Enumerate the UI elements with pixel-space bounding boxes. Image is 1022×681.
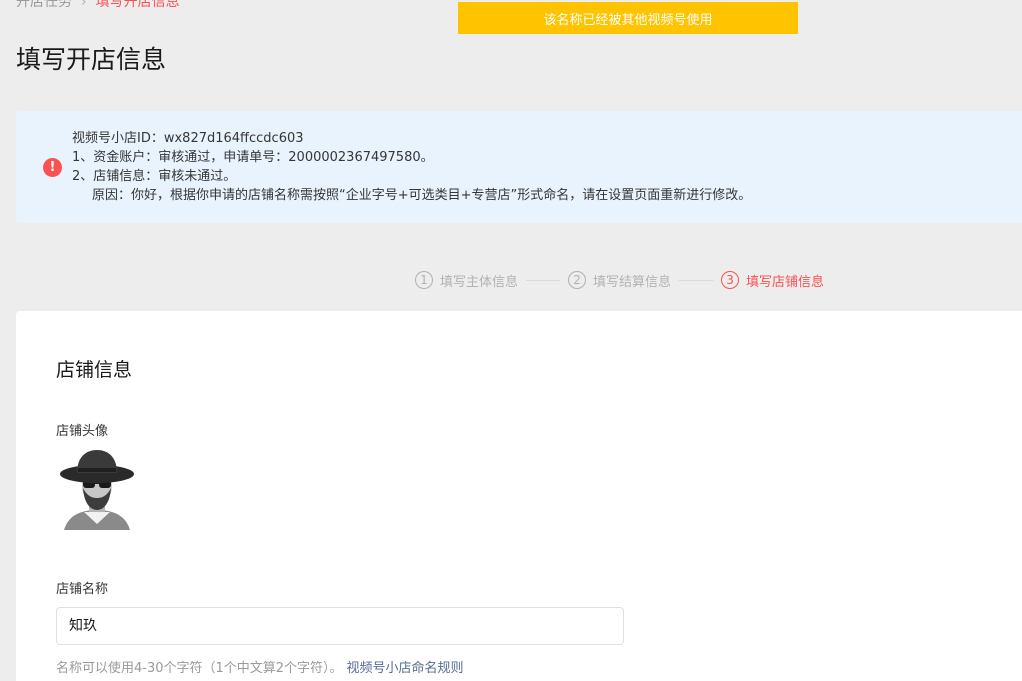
step-shop-info[interactable]: 3 填写店铺信息 bbox=[721, 271, 824, 290]
step-number-2: 2 bbox=[568, 271, 587, 289]
page-title: 填写开店信息 bbox=[16, 45, 167, 74]
notice-shop-id: 视频号小店ID：wx827d164ffccdc603 bbox=[72, 131, 304, 146]
step-label: 填写店铺信息 bbox=[746, 274, 825, 290]
step-number-1: 1 bbox=[415, 271, 433, 289]
toast-message: 该名称已经被其他视频号使用 bbox=[543, 12, 713, 28]
shop-name-hint: 名称可以使用4-30个字符（1个中文算2个字符）。 视频号小店命名规则 bbox=[56, 657, 464, 676]
shop-avatar[interactable] bbox=[58, 446, 136, 530]
review-notice: ! 视频号小店ID：wx827d164ffccdc603 1、资金账户：审核通过… bbox=[16, 111, 1022, 223]
notice-text: 视频号小店ID：wx827d164ffccdc603 1、资金账户：审核通过，申… bbox=[72, 129, 751, 205]
step-label: 填写结算信息 bbox=[593, 274, 672, 290]
avatar-image bbox=[60, 450, 134, 530]
notice-shop-info: 2、店铺信息：审核未通过。 bbox=[72, 169, 237, 184]
step-number-3: 3 bbox=[721, 271, 740, 289]
breadcrumb-current: 填写开店信息 bbox=[95, 0, 180, 10]
shop-name-input[interactable]: 知玖 bbox=[56, 607, 624, 645]
step-divider bbox=[679, 279, 714, 281]
error-toast: 该名称已经被其他视频号使用 bbox=[458, 2, 798, 34]
progress-steps: 1 填写主体信息 2 填写结算信息 3 填写店铺信息 bbox=[415, 268, 824, 292]
notice-reason: 原因：你好，根据你申请的店铺名称需按照“企业字号+可选类目+专营店”形式命名，请… bbox=[92, 188, 752, 203]
step-label: 填写主体信息 bbox=[440, 274, 519, 290]
alert-icon: ! bbox=[43, 158, 62, 177]
notice-fund-account: 1、资金账户：审核通过，申请单号：2000002367497580。 bbox=[72, 150, 434, 165]
hint-text: 名称可以使用4-30个字符（1个中文算2个字符）。 bbox=[56, 661, 343, 676]
step-settlement-info[interactable]: 2 填写结算信息 bbox=[568, 271, 671, 290]
section-title: 店铺信息 bbox=[56, 359, 133, 381]
breadcrumb: 开店任务 › 填写开店信息 bbox=[16, 0, 180, 11]
step-divider bbox=[526, 279, 561, 281]
step-entity-info[interactable]: 1 填写主体信息 bbox=[415, 271, 518, 290]
avatar-label: 店铺头像 bbox=[56, 424, 109, 439]
shop-info-card: 店铺信息 店铺头像 店铺名称 知玖 名称可以使用4-30个字符（1个中文算2个字 bbox=[16, 311, 1022, 681]
shop-name-label: 店铺名称 bbox=[56, 582, 109, 597]
breadcrumb-separator: › bbox=[81, 0, 87, 10]
breadcrumb-parent[interactable]: 开店任务 bbox=[16, 0, 72, 10]
naming-rules-link[interactable]: 视频号小店命名规则 bbox=[347, 661, 464, 676]
